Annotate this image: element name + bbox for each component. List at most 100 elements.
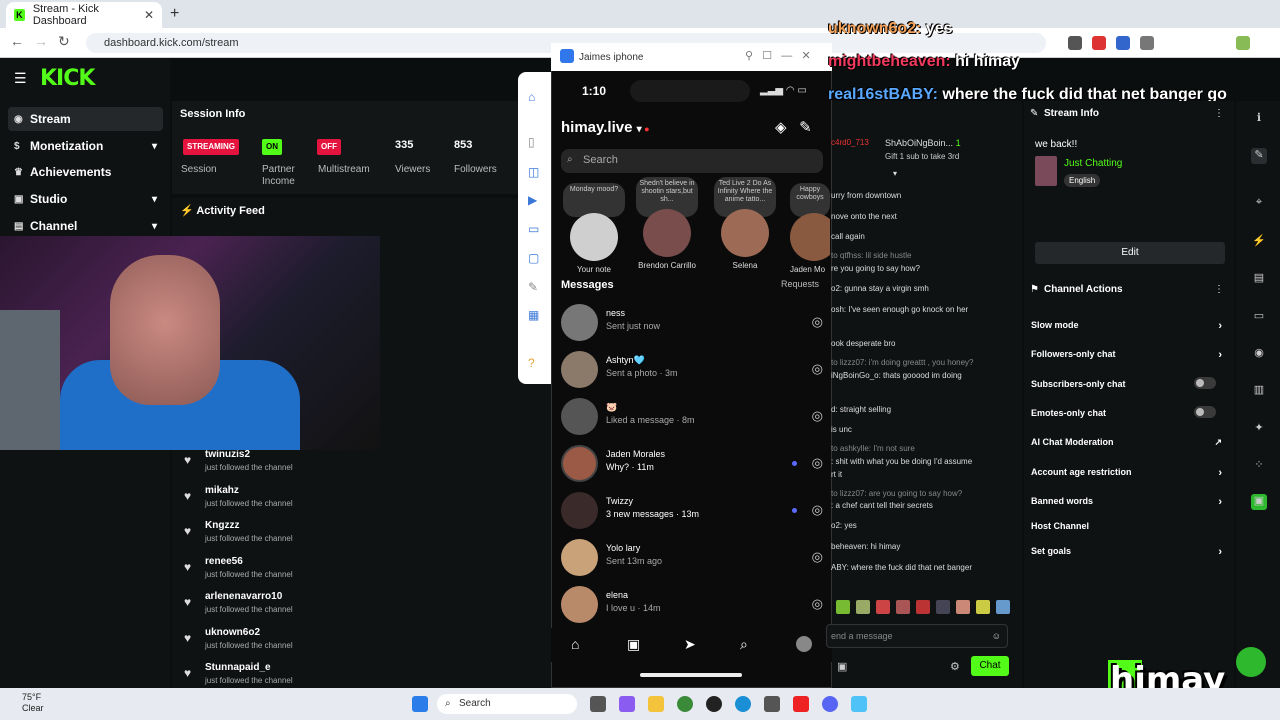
- youtube-icon[interactable]: [793, 696, 809, 712]
- kick-logo[interactable]: KICK: [40, 66, 95, 91]
- close-icon[interactable]: ✕: [801, 50, 810, 62]
- phone-link-icon[interactable]: [851, 696, 867, 712]
- action-ai-moderation[interactable]: AI Chat Moderation ↗: [1031, 437, 1226, 447]
- focus-icon[interactable]: ⌖: [1251, 196, 1267, 212]
- bolt-icon[interactable]: ⚡: [1251, 234, 1267, 250]
- message-row[interactable]: Ashtyn🩵 Sent a photo · 3m ◎: [561, 351, 823, 391]
- pencil-icon[interactable]: ✎: [1251, 148, 1267, 164]
- message-row[interactable]: Yolo lary Sent 13m ago ◎: [561, 539, 823, 579]
- nav-monetization[interactable]: $ Monetization ▾: [8, 134, 163, 158]
- story-note[interactable]: Ted Live 2 Do As Infinity Where the anim…: [714, 177, 776, 270]
- profile-avatar[interactable]: [1236, 36, 1250, 50]
- message-row[interactable]: 🐷 Liked a message · 8m ◎: [561, 398, 823, 438]
- chat-bubble-icon[interactable]: ▭: [1251, 309, 1267, 325]
- chat-message-input[interactable]: end a message ☺: [826, 624, 1008, 648]
- extension-icon[interactable]: [1068, 36, 1082, 50]
- gear-icon[interactable]: ⚙: [950, 660, 960, 673]
- chat-send-button[interactable]: Chat: [971, 656, 1009, 676]
- ig-username[interactable]: himay.live ▾ ●: [561, 119, 650, 136]
- emoji-icon[interactable]: ☺: [992, 631, 1001, 641]
- browser-tab[interactable]: K Stream - Kick Dashboard ✕: [6, 2, 162, 28]
- message-row[interactable]: Jaden Morales Why? · 11m ◎: [561, 445, 823, 485]
- emote-icon[interactable]: [836, 600, 850, 614]
- action-set-goals[interactable]: Set goals ›: [1031, 546, 1226, 558]
- windows-start-icon[interactable]: [412, 696, 428, 712]
- camera-icon[interactable]: ◎: [812, 549, 823, 565]
- camera-icon[interactable]: ◎: [812, 408, 823, 424]
- stream-category[interactable]: Just Chatting: [1064, 158, 1122, 169]
- obs-icon[interactable]: [706, 696, 722, 712]
- extensions-puzzle-icon[interactable]: [1140, 36, 1154, 50]
- requests-link[interactable]: Requests: [781, 279, 819, 289]
- search-icon[interactable]: ⌕: [740, 636, 748, 653]
- extension-icon[interactable]: [1116, 36, 1130, 50]
- more-icon[interactable]: ⋮: [1214, 284, 1224, 295]
- new-tab-button[interactable]: +: [170, 5, 179, 23]
- emote-icon[interactable]: [956, 600, 970, 614]
- discord-icon[interactable]: [822, 696, 838, 712]
- camera-icon[interactable]: ◎: [812, 314, 823, 330]
- weather-widget[interactable]: 75°F Clear: [22, 692, 44, 714]
- file-explorer-icon[interactable]: [648, 696, 664, 712]
- wrench-icon[interactable]: ✦: [1251, 421, 1267, 437]
- edit-button[interactable]: Edit: [1035, 242, 1225, 264]
- back-icon[interactable]: ←: [10, 33, 24, 49]
- home-icon[interactable]: ⌂: [571, 636, 579, 652]
- reels-icon[interactable]: ▣: [627, 636, 640, 653]
- pin-icon[interactable]: ⚲: [745, 50, 753, 62]
- kick-app-icon[interactable]: ▣: [1251, 494, 1267, 510]
- camera-icon[interactable]: ◎: [812, 455, 823, 471]
- copilot-icon[interactable]: [619, 696, 635, 712]
- toggle-switch[interactable]: [1194, 377, 1216, 389]
- mouse-icon[interactable]: ▯: [528, 135, 535, 149]
- multistream-off-badge[interactable]: OFF: [317, 139, 341, 155]
- partner-on-badge[interactable]: ON: [262, 139, 282, 155]
- camera-icon[interactable]: ◫: [528, 165, 539, 179]
- store-icon[interactable]: [764, 696, 780, 712]
- menu-icon[interactable]: ☰: [14, 70, 27, 87]
- camera-icon[interactable]: ◎: [812, 596, 823, 612]
- emote-icon[interactable]: [916, 600, 930, 614]
- action-host-channel[interactable]: Host Channel: [1031, 521, 1226, 531]
- reload-icon[interactable]: ↻: [58, 33, 70, 50]
- emote-icon[interactable]: [936, 600, 950, 614]
- chevron-down-icon[interactable]: ▾: [893, 169, 903, 178]
- camera-icon[interactable]: ◎: [812, 361, 823, 377]
- action-account-age[interactable]: Account age restriction ›: [1031, 467, 1226, 479]
- camera-icon[interactable]: ◎: [812, 502, 823, 518]
- file-icon[interactable]: ▢: [528, 251, 539, 265]
- close-tab-icon[interactable]: ✕: [144, 8, 154, 22]
- edit-icon[interactable]: ✎: [528, 280, 538, 294]
- layout-icon[interactable]: ▥: [1251, 383, 1267, 399]
- meta-ai-icon[interactable]: ◈: [775, 119, 787, 136]
- emote-icon[interactable]: [896, 600, 910, 614]
- task-view-icon[interactable]: [590, 696, 606, 712]
- home-icon[interactable]: ⌂: [528, 90, 535, 104]
- maximize-icon[interactable]: ☐: [762, 50, 772, 62]
- profile-avatar[interactable]: [796, 636, 812, 652]
- nav-achievements[interactable]: ♛ Achievements: [8, 160, 163, 184]
- story-note[interactable]: Monday mood? Your note: [563, 183, 625, 274]
- action-emotes-only[interactable]: Emotes-only chat: [1031, 406, 1226, 418]
- info-icon[interactable]: ℹ: [1251, 111, 1267, 127]
- broadcast-icon[interactable]: ◉: [1251, 346, 1267, 362]
- nodes-icon[interactable]: ⁘: [1251, 458, 1267, 474]
- extension-icon[interactable]: [1092, 36, 1106, 50]
- action-subscribers-only[interactable]: Subscribers-only chat: [1031, 377, 1226, 389]
- message-row[interactable]: Twizzy 3 new messages · 13m ◎: [561, 492, 823, 532]
- compose-icon[interactable]: ✎: [799, 119, 812, 136]
- toggle-switch[interactable]: [1194, 406, 1216, 418]
- message-row[interactable]: ness Sent just now ◎: [561, 304, 823, 344]
- edge-icon[interactable]: [735, 696, 751, 712]
- more-icon[interactable]: ⋮: [1214, 108, 1224, 119]
- minimize-icon[interactable]: —: [781, 50, 792, 62]
- story-note[interactable]: Happy cowboys Jaden Mo: [790, 183, 830, 274]
- apps-icon[interactable]: ▦: [528, 308, 539, 322]
- send-icon[interactable]: ➤: [684, 636, 696, 653]
- action-followers-only[interactable]: Followers-only chat ›: [1031, 349, 1226, 361]
- ig-search-input[interactable]: Search: [561, 149, 823, 173]
- taskbar-search[interactable]: Search: [437, 694, 577, 714]
- emote-icon[interactable]: [856, 600, 870, 614]
- action-banned-words[interactable]: Banned words ›: [1031, 496, 1226, 508]
- nav-channel[interactable]: ▤ Channel ▾: [8, 214, 163, 238]
